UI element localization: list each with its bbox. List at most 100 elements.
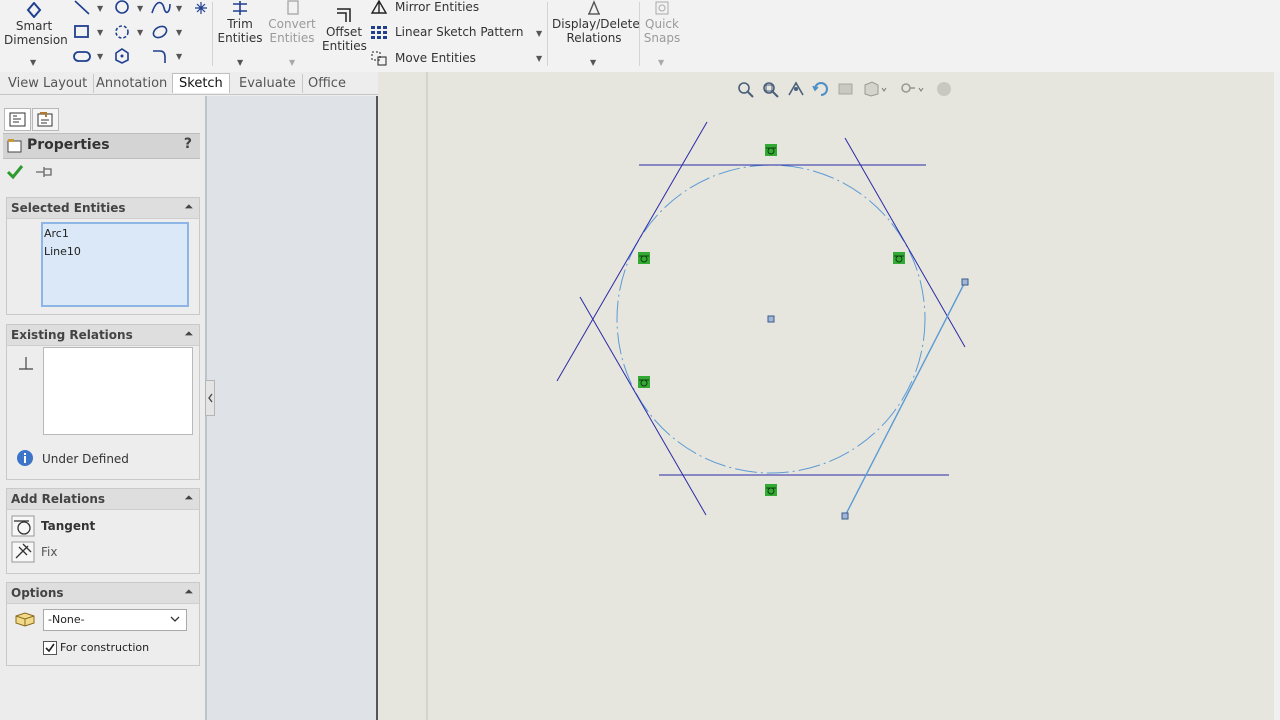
relations-icon <box>588 0 600 15</box>
property-manager-tab[interactable] <box>32 108 59 131</box>
chevron-down-icon <box>170 616 180 622</box>
command-manager-tabs: View Layout Annotation Sketch Evaluate O… <box>0 72 410 110</box>
slot-icon[interactable] <box>72 48 92 64</box>
chevron-down-icon[interactable]: ▼ <box>176 4 182 13</box>
fillet-icon[interactable] <box>150 48 170 64</box>
properties-icon <box>7 139 22 153</box>
selected-entities-header[interactable]: Selected Entities ⏶ <box>7 198 199 219</box>
arc-icon[interactable] <box>112 24 132 40</box>
group-title: Existing Relations <box>11 328 133 342</box>
options-header[interactable]: Options ⏶ <box>7 583 199 604</box>
move-entities-button[interactable]: Move Entities <box>370 50 476 66</box>
endpoint[interactable] <box>841 512 849 520</box>
chevron-down-icon[interactable]: ▼ <box>237 58 243 67</box>
spline-icon[interactable] <box>150 0 172 16</box>
quick-snaps-button[interactable]: Quick Snaps <box>640 0 684 45</box>
sketch-canvas[interactable] <box>378 96 1274 720</box>
chevron-down-icon[interactable]: ▼ <box>536 29 542 38</box>
add-relations-header[interactable]: Add Relations ⏶ <box>7 489 199 510</box>
chevron-down-icon[interactable]: ▼ <box>176 52 182 61</box>
chevron-down-icon[interactable]: ▼ <box>97 52 103 61</box>
chevron-down-icon[interactable]: ▼ <box>536 54 542 63</box>
sketch-line10-selected[interactable] <box>844 281 966 517</box>
linear-sketch-pattern-label: Linear Sketch Pattern <box>395 25 524 39</box>
panel-collapse-handle[interactable] <box>205 380 215 416</box>
for-construction-checkbox[interactable] <box>43 641 57 655</box>
tab-sketch[interactable]: Sketch <box>172 73 230 93</box>
ellipse-icon[interactable] <box>150 24 170 40</box>
ribbon-separator <box>547 2 548 66</box>
layer-select[interactable]: -None- <box>43 609 187 631</box>
smart-dimension-label: Smart Dimension <box>4 19 68 47</box>
smart-dimension-button[interactable]: Smart Dimension <box>4 2 68 47</box>
graphics-scrollbar-edge <box>1274 72 1280 720</box>
polygon-icon[interactable] <box>112 48 132 64</box>
collapse-icon[interactable]: ⏶ <box>184 200 193 214</box>
tangent-relation-badge[interactable] <box>765 144 777 156</box>
selected-entities-group: Selected Entities ⏶ Arc1 Line10 <box>6 197 200 315</box>
sketch-line-upper-left[interactable] <box>556 121 708 382</box>
tab-evaluate[interactable]: Evaluate <box>233 74 303 93</box>
rectangle-icon[interactable] <box>72 24 92 40</box>
linear-sketch-pattern-button[interactable]: Linear Sketch Pattern <box>370 25 524 39</box>
chevron-down-icon[interactable]: ▼ <box>590 58 596 67</box>
mirror-entities-label: Mirror Entities <box>395 0 480 14</box>
offset-entities-button[interactable]: Offset Entities <box>322 6 367 53</box>
tangent-relation-badge[interactable] <box>893 252 905 264</box>
chevron-down-icon[interactable]: ▼ <box>30 58 36 67</box>
chevron-down-icon[interactable]: ▼ <box>97 28 103 37</box>
mirror-icon <box>370 0 388 14</box>
feature-tree-tab[interactable] <box>4 108 31 131</box>
mirror-entities-button[interactable]: Mirror Entities <box>370 0 479 14</box>
chevron-down-icon[interactable]: ▼ <box>137 4 143 13</box>
fix-relation-button[interactable]: Fix <box>11 541 57 563</box>
point-icon[interactable] <box>193 0 209 16</box>
tab-view-layout[interactable]: View Layout <box>2 74 95 93</box>
pushpin-icon[interactable] <box>34 165 54 179</box>
existing-relations-list[interactable] <box>43 347 193 435</box>
list-item[interactable]: Line10 <box>44 244 187 260</box>
center-point[interactable] <box>767 315 775 323</box>
collapse-icon[interactable]: ⏶ <box>184 491 193 505</box>
existing-relations-group: Existing Relations ⏶ Under Defined <box>6 324 200 480</box>
chevron-down-icon[interactable]: ▼ <box>137 28 143 37</box>
chevron-down-icon[interactable]: ▼ <box>289 58 295 67</box>
status-text: Under Defined <box>42 452 129 466</box>
property-manager-icon <box>37 112 53 127</box>
chevron-down-icon[interactable]: ▼ <box>658 58 664 67</box>
tangent-relation-button[interactable]: Tangent <box>11 515 95 537</box>
collapse-icon[interactable]: ⏶ <box>184 327 193 341</box>
help-icon[interactable]: ? <box>184 136 192 152</box>
tangent-relation-badge[interactable] <box>765 484 777 496</box>
chevron-left-icon <box>208 393 213 403</box>
command-manager-ribbon: Smart Dimension ▼ ▼ ▼ ▼ ▼ ▼ ▼ ▼ ▼ Trim E… <box>0 0 1280 72</box>
tangent-relation-badge[interactable] <box>638 252 650 264</box>
line-icon[interactable] <box>72 0 92 16</box>
sketch-line-lower-left[interactable] <box>579 296 707 516</box>
options-group: Options ⏶ -None- For construction <box>6 582 200 666</box>
collapse-icon[interactable]: ⏶ <box>184 585 193 599</box>
page-title: Properties <box>27 137 110 153</box>
circle-icon[interactable] <box>112 0 132 16</box>
trim-entities-button[interactable]: Trim Entities <box>216 0 264 45</box>
tangent-icon <box>11 515 35 537</box>
chevron-down-icon[interactable]: ▼ <box>176 28 182 37</box>
convert-entities-button[interactable]: Convert Entities <box>266 0 318 45</box>
selected-entities-list[interactable]: Arc1 Line10 <box>41 222 189 307</box>
display-delete-relations-label: Display/Delete Relations <box>552 17 640 45</box>
fix-label: Fix <box>41 545 58 559</box>
display-delete-relations-button[interactable]: Display/Delete Relations <box>552 0 640 45</box>
relations-perpendicular-icon <box>19 357 33 370</box>
ok-checkmark-icon[interactable] <box>6 164 24 180</box>
list-item[interactable]: Arc1 <box>44 226 187 242</box>
existing-relations-header[interactable]: Existing Relations ⏶ <box>7 325 199 346</box>
layer-select-value: -None- <box>48 613 85 626</box>
quick-snaps-icon <box>655 1 669 15</box>
tangent-relation-badge[interactable] <box>638 376 650 388</box>
smart-dimension-icon <box>26 2 42 18</box>
layer-icon <box>15 612 35 627</box>
property-manager-header: Properties ? <box>3 133 200 159</box>
tab-annotation[interactable]: Annotation <box>90 74 175 93</box>
endpoint[interactable] <box>961 278 969 286</box>
chevron-down-icon[interactable]: ▼ <box>97 4 103 13</box>
